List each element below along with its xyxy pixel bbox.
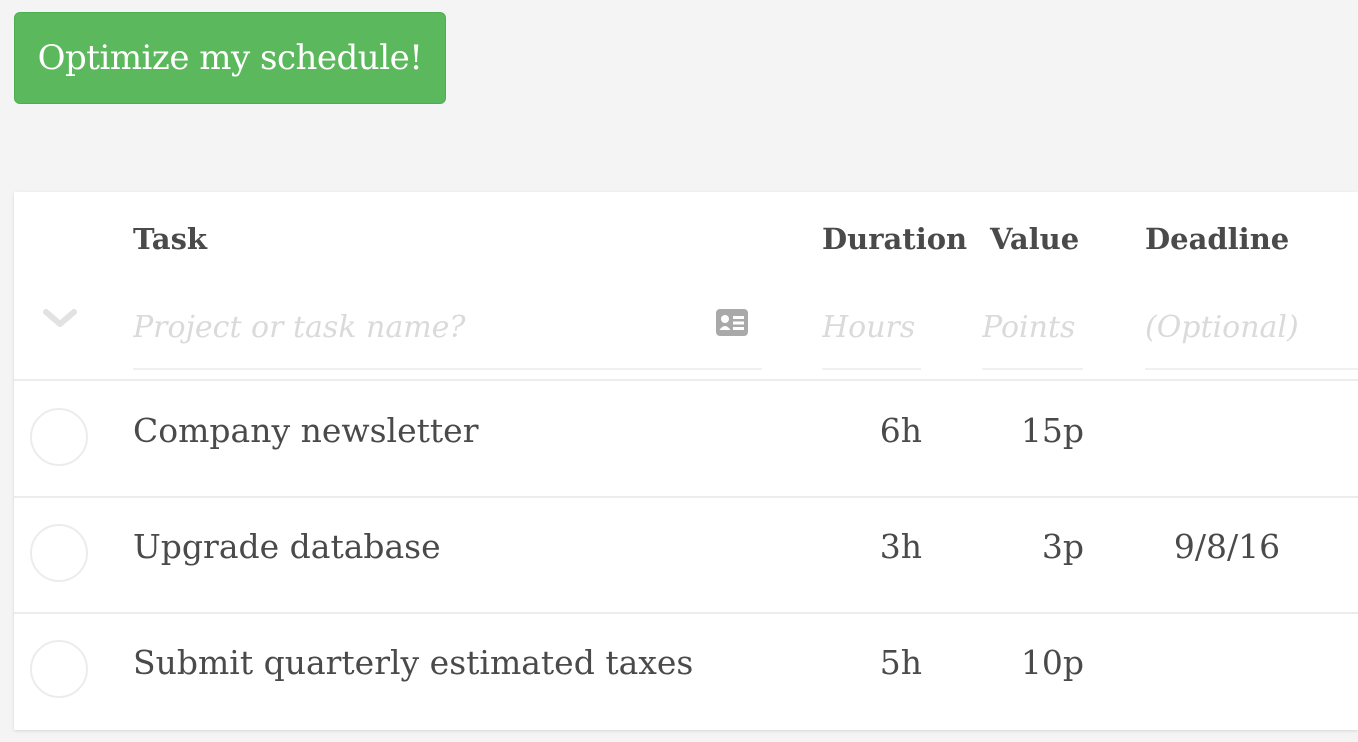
complete-task-checkbox[interactable] xyxy=(30,524,88,582)
column-header-value: Value xyxy=(990,222,1080,256)
task-row[interactable]: Company newsletter 6h 15p xyxy=(14,381,1358,497)
value-input[interactable] xyxy=(982,296,1083,370)
task-name: Company newsletter xyxy=(133,411,479,450)
task-table: Task Duration Value Deadline Company new… xyxy=(14,192,1358,730)
chevron-down-icon[interactable] xyxy=(42,306,78,330)
task-name: Upgrade database xyxy=(133,527,441,566)
complete-task-checkbox[interactable] xyxy=(30,408,88,466)
task-name-input[interactable] xyxy=(133,296,762,370)
task-value: 15p xyxy=(1020,411,1084,450)
complete-task-checkbox[interactable] xyxy=(30,640,88,698)
task-duration: 3h xyxy=(879,527,922,566)
deadline-input[interactable] xyxy=(1145,296,1358,370)
optimize-schedule-button[interactable]: Optimize my schedule! xyxy=(14,12,446,104)
task-deadline: 9/8/16 xyxy=(1173,527,1281,566)
task-row[interactable]: Submit quarterly estimated taxes 5h 10p xyxy=(14,613,1358,729)
task-value: 10p xyxy=(1020,643,1084,682)
column-header-duration: Duration xyxy=(822,222,968,256)
task-row[interactable]: Upgrade database 3h 3p 9/8/16 xyxy=(14,497,1358,613)
duration-input[interactable] xyxy=(822,296,921,370)
column-header-deadline: Deadline xyxy=(1145,222,1290,256)
task-duration: 6h xyxy=(879,411,922,450)
task-duration: 5h xyxy=(879,643,922,682)
id-card-icon[interactable] xyxy=(716,309,748,336)
column-header-task: Task xyxy=(133,222,208,256)
task-name: Submit quarterly estimated taxes xyxy=(133,643,694,682)
task-value: 3p xyxy=(1041,527,1084,566)
